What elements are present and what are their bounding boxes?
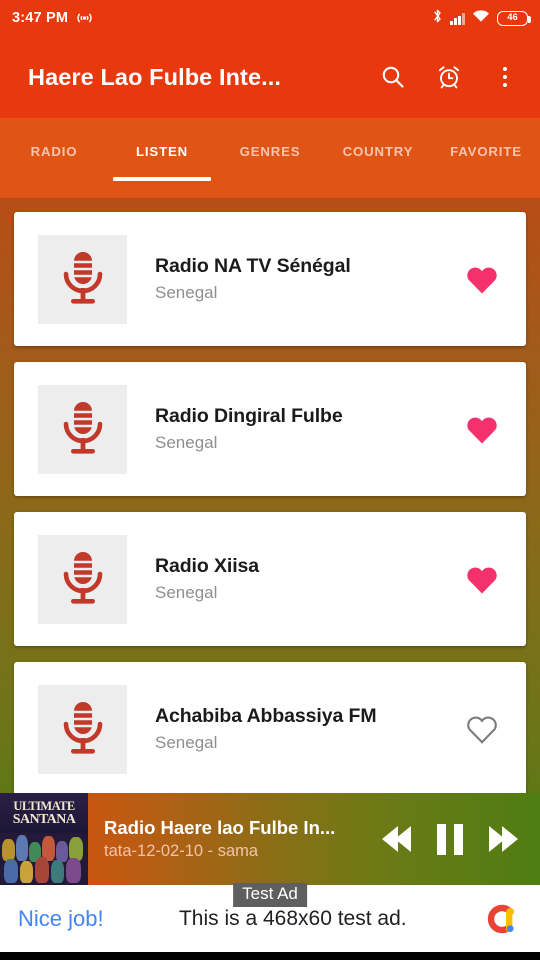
station-meta: Radio NA TV Sénégal Senegal [155,255,460,303]
microphone-icon [63,702,102,754]
page-title: Haere Lao Fulbe Inte... [28,63,282,90]
station-country: Senegal [155,733,218,752]
album-art-line1: ULTIMATE [13,798,75,813]
player-controls [374,823,540,855]
station-title: Radio Xiisa [155,555,260,577]
album-art-title: ULTIMATE SANTANA [0,793,88,834]
status-bar-indicators: 46 [432,8,531,29]
album-art: ULTIMATE SANTANA [0,793,88,885]
table-row[interactable]: Radio NA TV Sénégal Senegal [14,212,526,346]
microphone-icon [63,252,102,304]
fast-forward-icon[interactable] [489,826,518,852]
microphone-icon [63,552,102,604]
tab-listen[interactable]: LISTEN [108,144,216,181]
bluetooth-icon [432,8,443,29]
more-vertical-icon[interactable] [490,62,520,92]
overflow-dots [502,66,508,88]
station-thumbnail [38,534,127,624]
admob-logo-icon [482,899,522,939]
station-country: Senegal [155,283,218,302]
album-art-line2: SANTANA [12,811,76,827]
player-meta: Radio Haere lao Fulbe In... tata-12-02-1… [88,817,374,861]
player-bar[interactable]: ULTIMATE SANTANA Radio Haere lao Fulbe I… [0,793,540,885]
station-title: Radio NA TV Sénégal [155,255,351,277]
app-root: 3:47 PM 46 Haere Lao Fulbe Inte... RADIO… [0,0,540,960]
broadcast-icon [76,11,93,25]
rewind-icon[interactable] [382,826,411,852]
alarm-clock-icon[interactable] [434,62,464,92]
station-thumbnail [38,234,127,324]
battery-indicator: 46 [497,10,531,26]
wifi-icon [472,9,490,28]
station-list[interactable]: Radio NA TV Sénégal Senegal Radio Dingir… [0,198,540,800]
table-row[interactable]: Achabiba Abbassiya FM Senegal [14,662,526,796]
tab-country[interactable]: COUNTRY [324,144,432,181]
navigation-bar [0,952,540,960]
tab-favorite[interactable]: FAVORITE [432,144,540,181]
station-country: Senegal [155,433,218,452]
player-title: Radio Haere lao Fulbe In... [104,817,336,838]
station-thumbnail [38,384,127,474]
station-meta: Achabiba Abbassiya FM Senegal [155,705,460,753]
favorite-icon[interactable] [460,557,504,601]
favorite-icon[interactable] [460,257,504,301]
app-bar-actions [378,62,524,92]
cellular-signal-icon [450,12,465,25]
ad-badge: Test Ad [233,883,307,907]
search-icon[interactable] [378,62,408,92]
table-row[interactable]: Radio Xiisa Senegal [14,512,526,646]
pause-icon[interactable] [437,823,463,855]
station-thumbnail [38,684,127,774]
tab-bar: RADIO LISTEN GENRES COUNTRY FAVORITE [0,118,540,198]
station-country: Senegal [155,583,218,602]
player-subtitle: tata-12-02-10 - sama [104,842,259,860]
favorite-icon[interactable] [460,407,504,451]
table-row[interactable]: Radio Dingiral Fulbe Senegal [14,362,526,496]
status-bar-clock: 3:47 PM [12,10,69,26]
tab-genres[interactable]: GENRES [216,144,324,181]
album-art-crowd [0,833,88,885]
tab-radio[interactable]: RADIO [0,144,108,181]
ad-body-text: This is a 468x60 test ad. [178,906,407,930]
microphone-icon [63,402,102,454]
station-meta: Radio Dingiral Fulbe Senegal [155,405,460,453]
ad-cta-text[interactable]: Nice job! [18,906,104,932]
battery-level: 46 [507,12,518,24]
favorite-icon[interactable] [460,707,504,751]
station-meta: Radio Xiisa Senegal [155,555,460,603]
app-bar: Haere Lao Fulbe Inte... [0,36,540,118]
station-title: Achabiba Abbassiya FM [155,705,377,727]
status-bar: 3:47 PM 46 [0,0,540,36]
station-title: Radio Dingiral Fulbe [155,405,343,427]
ad-banner[interactable]: Test Ad Nice job! This is a 468x60 test … [0,883,540,952]
